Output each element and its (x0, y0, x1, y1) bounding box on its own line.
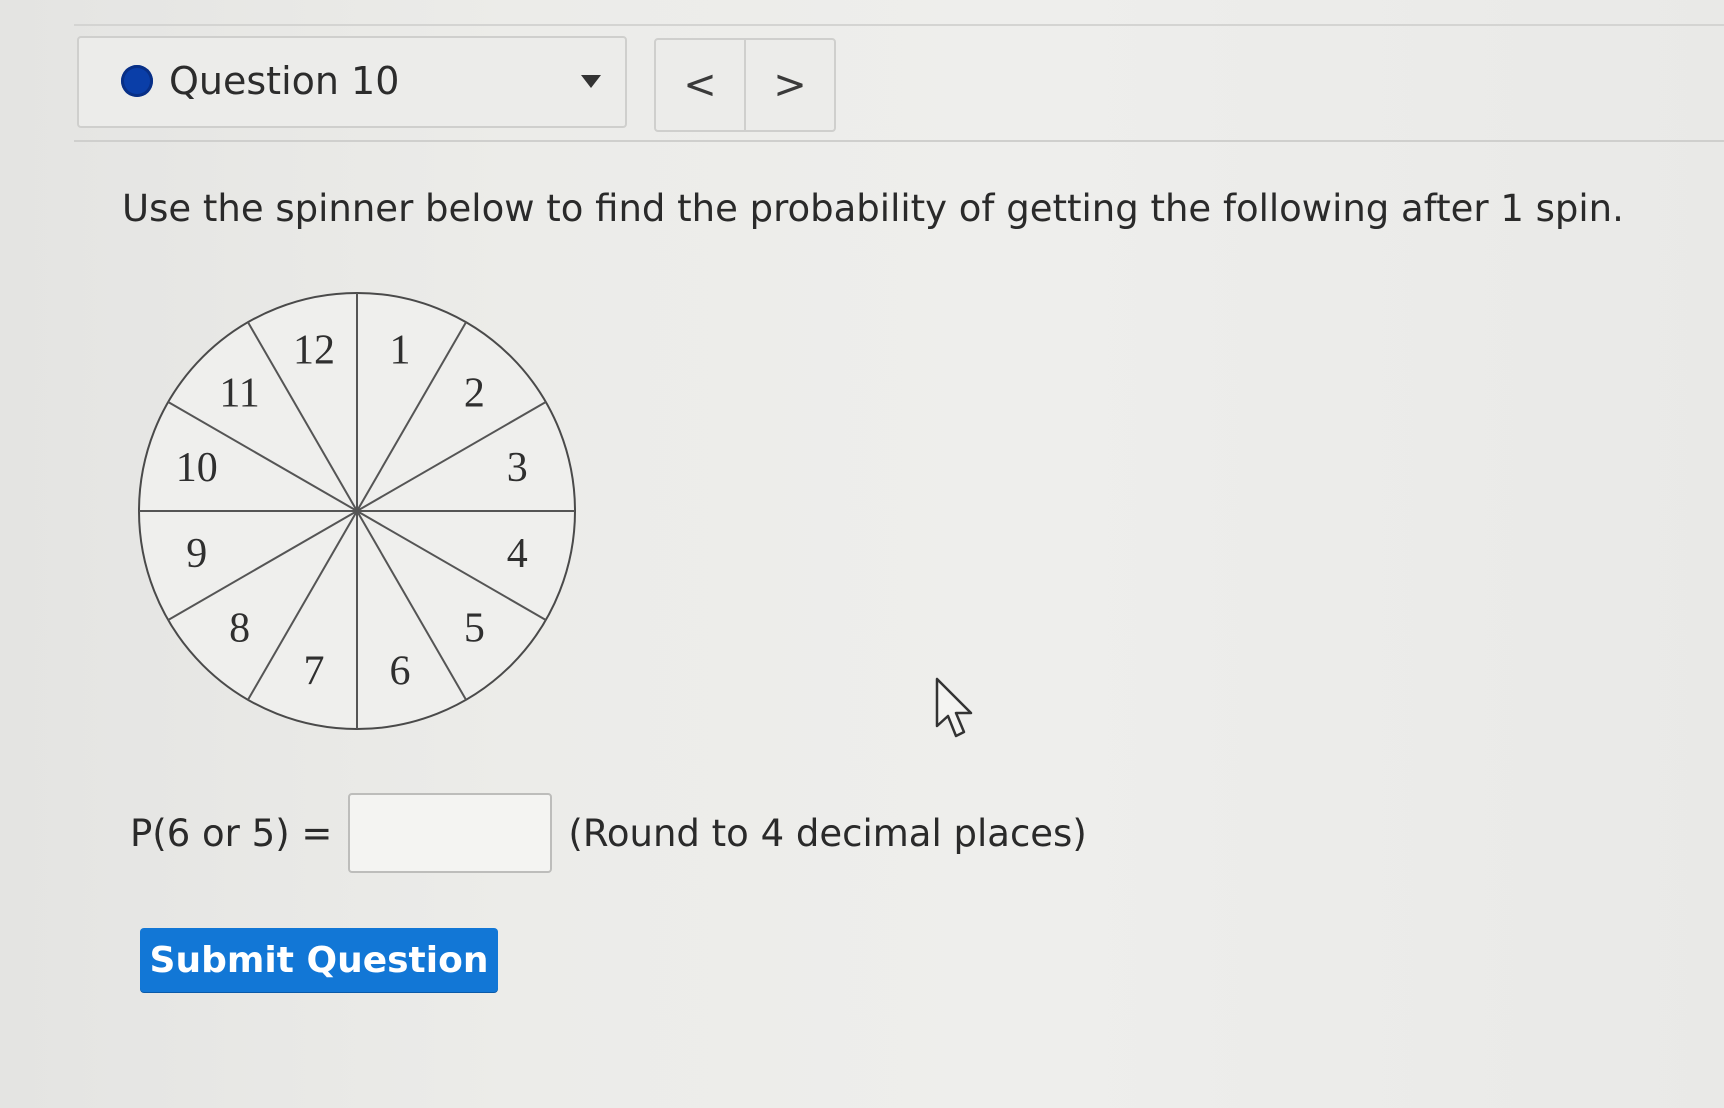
spinner-section-label: 7 (304, 648, 325, 694)
mouse-pointer-icon (935, 677, 973, 738)
spinner-section-label: 4 (507, 531, 528, 577)
answer-row: P(6 or 5) = (Round to 4 decimal places) (130, 792, 1087, 874)
question-nav: < > (654, 38, 836, 132)
spinner-section-label: 3 (507, 445, 528, 491)
spinner-section-label: 6 (390, 648, 411, 694)
probability-label: P(6 or 5) = (130, 811, 333, 855)
spinner-section-label: 9 (186, 531, 207, 577)
spinner-diagram: 123456789101112 (138, 292, 576, 730)
spinner-section-label: 5 (464, 605, 485, 651)
previous-question-button[interactable]: < (656, 40, 746, 130)
question-label: Question 10 (169, 59, 400, 103)
spinner-section-label: 12 (293, 328, 335, 374)
question-prompt: Use the spinner below to find the probab… (122, 187, 1624, 230)
spinner-section-label: 11 (219, 371, 259, 417)
chevron-left-icon: < (683, 62, 717, 108)
header-divider (74, 140, 1724, 142)
question-selector[interactable]: Question 10 (77, 36, 627, 128)
dropdown-caret-icon (581, 75, 601, 88)
next-question-button[interactable]: > (746, 40, 834, 130)
status-dot-icon (121, 65, 153, 97)
spinner-section-label: 10 (176, 445, 218, 491)
rounding-hint: (Round to 4 decimal places) (568, 811, 1087, 855)
spinner-section-label: 8 (229, 605, 250, 651)
answer-input[interactable] (348, 793, 553, 873)
chevron-right-icon: > (773, 62, 807, 108)
submit-question-button[interactable]: Submit Question (140, 928, 498, 992)
top-divider (74, 24, 1724, 26)
spinner-section-label: 2 (464, 371, 485, 417)
spinner-section-label: 1 (390, 328, 411, 374)
